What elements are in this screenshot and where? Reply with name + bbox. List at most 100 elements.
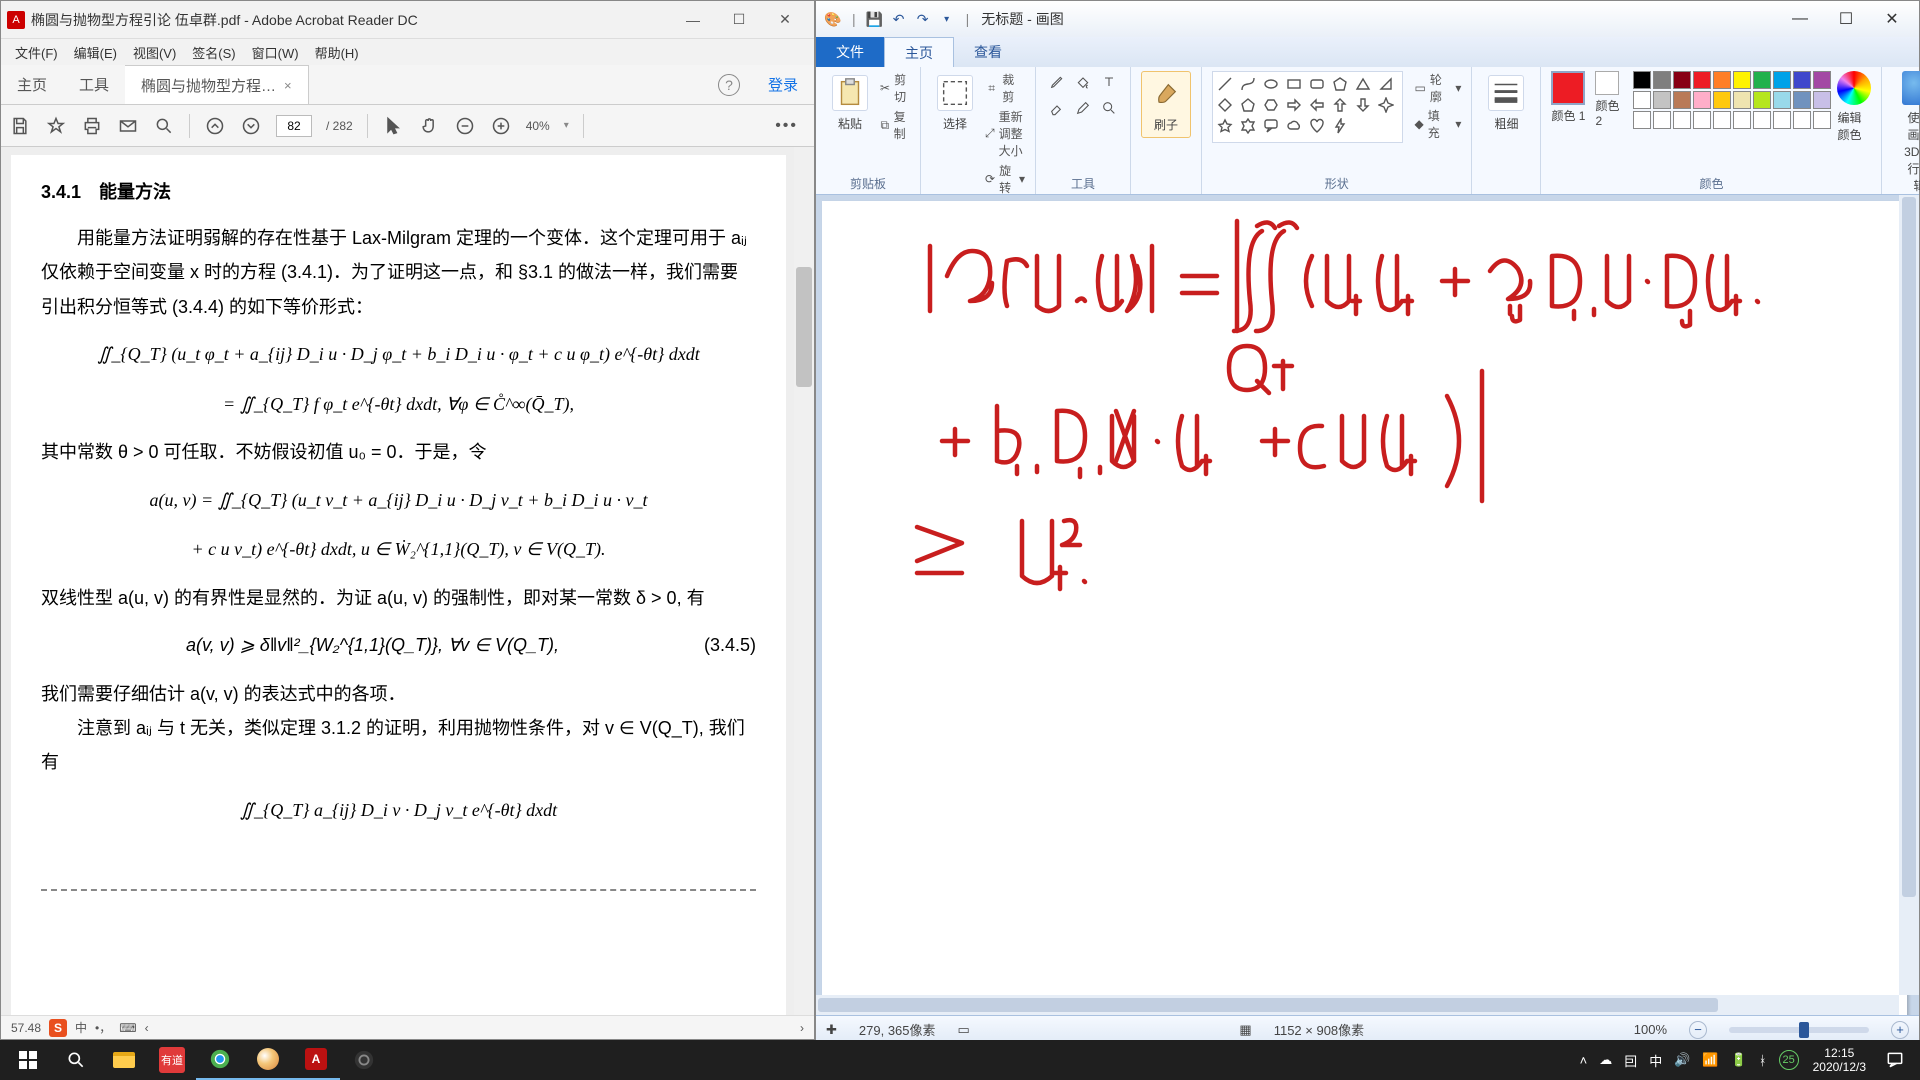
menu-file[interactable]: 文件(F) [7, 40, 66, 65]
shape-curve-icon[interactable] [1240, 76, 1260, 94]
palette-swatch[interactable] [1733, 71, 1751, 89]
palette-swatch[interactable] [1753, 71, 1771, 89]
shape-polygon-icon[interactable] [1332, 76, 1352, 94]
tab-file[interactable]: 文件 [816, 37, 884, 67]
help-icon[interactable]: ? [718, 74, 740, 96]
paint-taskbar-icon[interactable] [244, 1040, 292, 1080]
copy-button[interactable]: ⧉复制 [880, 108, 910, 142]
edit-colors-button[interactable]: 编辑颜色 [1837, 71, 1871, 143]
palette-swatch[interactable] [1633, 71, 1651, 89]
tab-view[interactable]: 查看 [954, 37, 1022, 67]
overflow-menu-icon[interactable]: ••• [775, 117, 798, 135]
shape-cloud-icon[interactable] [1286, 118, 1306, 136]
shape-rtriangle-icon[interactable] [1378, 76, 1398, 94]
menu-edit[interactable]: 编辑(E) [66, 40, 125, 65]
zoom-dropdown-icon[interactable]: ▾ [564, 120, 569, 131]
shape-arrow-r-icon[interactable] [1286, 97, 1306, 115]
palette-swatch[interactable] [1653, 91, 1671, 109]
palette-swatch[interactable] [1693, 91, 1711, 109]
palette-swatch[interactable] [1713, 111, 1731, 129]
palette-swatch[interactable] [1693, 71, 1711, 89]
ime-sogou-icon[interactable]: S [49, 1019, 67, 1037]
qat-save-icon[interactable]: 💾 [866, 10, 884, 28]
palette-swatch[interactable] [1773, 71, 1791, 89]
shape-callout-icon[interactable] [1263, 118, 1283, 136]
chrome-icon[interactable] [196, 1040, 244, 1080]
eraser-tool-icon[interactable] [1046, 97, 1068, 119]
star-icon[interactable] [45, 115, 67, 137]
color2-button[interactable]: 颜色 2 [1595, 71, 1619, 128]
paint-vertical-scrollbar[interactable] [1899, 195, 1919, 995]
menu-window[interactable]: 窗口(W) [244, 40, 307, 65]
adobe-minimize-button[interactable]: — [670, 5, 716, 35]
vscroll-thumb[interactable] [1902, 197, 1916, 897]
color1-button[interactable]: 颜色 1 [1551, 71, 1585, 124]
palette-swatch[interactable] [1653, 71, 1671, 89]
palette-swatch[interactable] [1673, 111, 1691, 129]
zoom-in-button[interactable]: + [1891, 1021, 1909, 1039]
ime-punct-icon[interactable]: •， [95, 1019, 111, 1036]
shape-star6-icon[interactable] [1240, 118, 1260, 136]
pencil-tool-icon[interactable] [1046, 71, 1068, 93]
tray-badge[interactable]: 25 [1779, 1050, 1799, 1070]
hscroll-thumb[interactable] [818, 998, 1718, 1012]
select-button[interactable]: 选择 [931, 71, 979, 136]
shape-outline-button[interactable]: ▭ 轮廓 ▾ [1415, 71, 1462, 105]
tray-volume-icon[interactable]: 🔊 [1674, 1052, 1690, 1068]
tray-onedrive-icon[interactable]: ☁ [1599, 1052, 1612, 1068]
explorer-icon[interactable] [100, 1040, 148, 1080]
shape-arrow-l-icon[interactable] [1309, 97, 1329, 115]
pdf-page[interactable]: 3.4.1 能量方法 用能量方法证明弱解的存在性基于 Lax-Milgram 定… [11, 155, 786, 1015]
adobe-vertical-scrollbar[interactable] [794, 147, 814, 1015]
palette-swatch[interactable] [1733, 111, 1751, 129]
adobe-maximize-button[interactable]: ☐ [716, 5, 762, 35]
thickness-button[interactable]: 粗细 [1482, 71, 1530, 136]
scroll-left-icon[interactable]: ‹ [145, 1021, 149, 1035]
rotate-button[interactable]: ⟳旋转 ▾ [985, 162, 1025, 196]
shape-diamond-icon[interactable] [1217, 97, 1237, 115]
palette-swatch[interactable] [1633, 111, 1651, 129]
shape-heart-icon[interactable] [1309, 118, 1329, 136]
tray-ime-lang-icon[interactable]: 中 [1649, 1051, 1662, 1070]
palette-swatch[interactable] [1673, 91, 1691, 109]
tab-document-close-icon[interactable]: × [284, 78, 292, 93]
text-tool-icon[interactable] [1098, 71, 1120, 93]
hand-icon[interactable] [418, 115, 440, 137]
tab-document[interactable]: 椭圆与抛物型方程… × [125, 65, 309, 104]
page-down-icon[interactable] [240, 115, 262, 137]
zoom-out-button[interactable]: − [1689, 1021, 1707, 1039]
menu-sign[interactable]: 签名(S) [184, 40, 243, 65]
qat-redo-icon[interactable]: ↷ [914, 10, 932, 28]
cut-button[interactable]: ✂剪切 [880, 71, 910, 105]
paste-button[interactable]: 粘贴 [826, 71, 874, 136]
shape-arrow-u-icon[interactable] [1332, 97, 1352, 115]
shape-lightning-icon[interactable] [1332, 118, 1352, 136]
menu-view[interactable]: 视图(V) [125, 40, 184, 65]
save-icon[interactable] [9, 115, 31, 137]
print-icon[interactable] [81, 115, 103, 137]
page-number-input[interactable] [276, 115, 312, 137]
crop-button[interactable]: ⌗裁剪 [985, 71, 1025, 105]
page-up-icon[interactable] [204, 115, 226, 137]
shape-star5-icon[interactable] [1217, 118, 1237, 136]
palette-swatch[interactable] [1653, 111, 1671, 129]
zoom-slider[interactable] [1729, 1027, 1869, 1033]
acrobat-taskbar-icon[interactable]: A [292, 1040, 340, 1080]
zoom-in-icon[interactable] [490, 115, 512, 137]
color-palette[interactable] [1633, 71, 1831, 129]
taskbar-clock[interactable]: 12:15 2020/12/3 [1805, 1046, 1874, 1075]
start-button[interactable] [4, 1040, 52, 1080]
palette-swatch[interactable] [1713, 91, 1731, 109]
palette-swatch[interactable] [1813, 91, 1831, 109]
shape-oval-icon[interactable] [1263, 76, 1283, 94]
scrollbar-thumb[interactable] [796, 267, 812, 387]
tab-tools[interactable]: 工具 [63, 65, 125, 104]
resize-button[interactable]: ⤢重新调整大小 [985, 108, 1025, 159]
shape-rect-icon[interactable] [1286, 76, 1306, 94]
search-button[interactable] [52, 1040, 100, 1080]
tray-network-icon[interactable]: 📶 [1702, 1052, 1718, 1068]
palette-swatch[interactable] [1753, 111, 1771, 129]
shape-arrow-d-icon[interactable] [1355, 97, 1375, 115]
palette-swatch[interactable] [1773, 111, 1791, 129]
palette-swatch[interactable] [1633, 91, 1651, 109]
